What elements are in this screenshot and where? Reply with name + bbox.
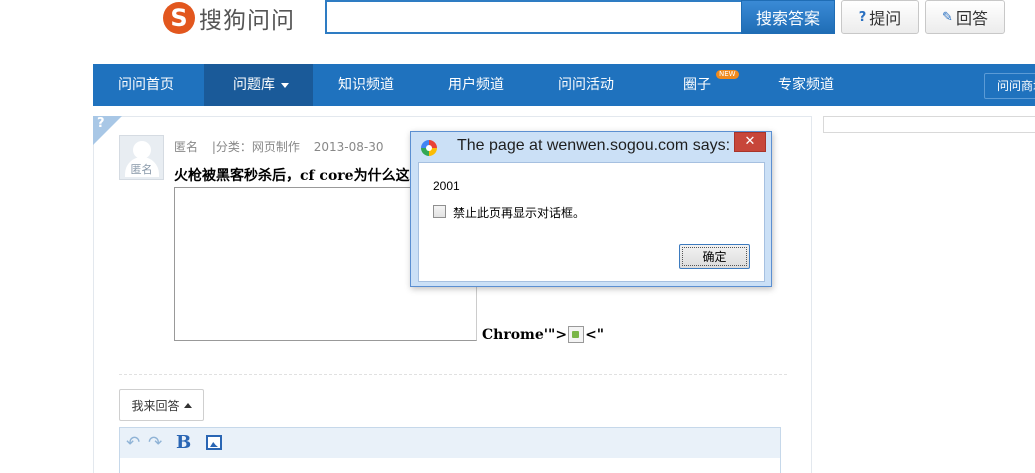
caret-up-icon [183, 402, 192, 408]
sogou-wenwen-logo[interactable]: S 搜狗问问 [163, 1, 295, 35]
question-mark-icon: ? [858, 9, 867, 25]
nav-item-home[interactable]: 问问首页 [118, 64, 174, 106]
my-answer-toggle-label: 我来回答 [131, 398, 180, 413]
bold-icon[interactable]: B [176, 433, 191, 453]
right-sidebar-box [823, 116, 1035, 133]
nav-item-question-library-label: 问题库 [233, 77, 275, 93]
nav-item-user-channel[interactable]: 用户频道 [448, 64, 504, 106]
nav-item-knowledge-channel[interactable]: 知识频道 [338, 64, 394, 106]
section-divider [119, 374, 787, 375]
logo-text: 搜狗问问 [199, 8, 295, 34]
dialog-body: 2001 禁止此页再显示对话框。 确定 [418, 162, 765, 282]
broken-text-after: <" [585, 326, 605, 343]
avatar[interactable]: 匿名 [119, 135, 164, 180]
undo-icon[interactable]: ↶ [126, 433, 140, 453]
dialog-title: The page at wenwen.sogou.com says: [457, 137, 731, 154]
pencil-icon: ✎ [942, 9, 953, 25]
ask-question-button[interactable]: ? 提问 [841, 0, 919, 34]
search-button[interactable]: 搜索答案 [741, 0, 835, 34]
broken-text-before: Chrome'"> [482, 326, 568, 343]
answer-editor[interactable] [119, 458, 781, 473]
ok-button[interactable]: 确定 [679, 244, 750, 269]
nav-item-activities[interactable]: 问问活动 [558, 64, 614, 106]
chrome-icon [421, 140, 437, 156]
search-input[interactable] [325, 0, 741, 34]
sogou-s-logo-icon: S [163, 2, 195, 34]
chevron-down-icon [281, 82, 289, 88]
insert-image-icon[interactable] [206, 435, 222, 450]
ask-question-label: 提问 [869, 9, 902, 28]
nav-item-circles[interactable]: 圈子 [683, 64, 711, 106]
alert-dialog: The page at wenwen.sogou.com says: ✕ 200… [410, 131, 772, 287]
my-answer-toggle-button[interactable]: 我来回答 [119, 389, 204, 421]
answer-button[interactable]: ✎ 回答 [925, 0, 1005, 34]
suppress-dialogs-label[interactable]: 禁止此页再显示对话框。 [453, 204, 585, 221]
nav-item-mall[interactable]: 问问商城 [984, 73, 1035, 99]
suppress-dialogs-checkbox[interactable] [433, 205, 446, 218]
broken-image-icon [568, 326, 585, 343]
question-date: 2013-08-30 [313, 140, 384, 154]
nav-item-expert-channel[interactable]: 专家频道 [778, 64, 834, 106]
nav-item-question-library[interactable]: 问题库 [204, 64, 313, 106]
main-nav: 问问首页 问题库 知识频道 用户频道 问问活动 圈子 NEW 专家频道 问问商城 [93, 64, 1035, 106]
new-badge: NEW [716, 70, 739, 79]
editor-toolbar: ↶ ↷ B [119, 427, 781, 459]
avatar-anonymous-tag: 匿名 [130, 163, 153, 176]
question-author[interactable]: 匿名 [174, 140, 198, 154]
question-meta: 匿名 |分类：网页制作 2013-08-30 [174, 138, 393, 155]
answer-label: 回答 [955, 9, 988, 28]
question-title: 火枪被黑客秒杀后，cf core为什么这 [174, 168, 410, 184]
redo-icon[interactable]: ↷ [148, 433, 162, 453]
close-icon[interactable]: ✕ [734, 132, 766, 152]
question-category[interactable]: |分类：网页制作 [212, 140, 300, 154]
dialog-message: 2001 [433, 179, 460, 193]
question-corner-icon: ? [97, 116, 105, 131]
broken-injected-content: Chrome'"> <" [482, 326, 604, 343]
